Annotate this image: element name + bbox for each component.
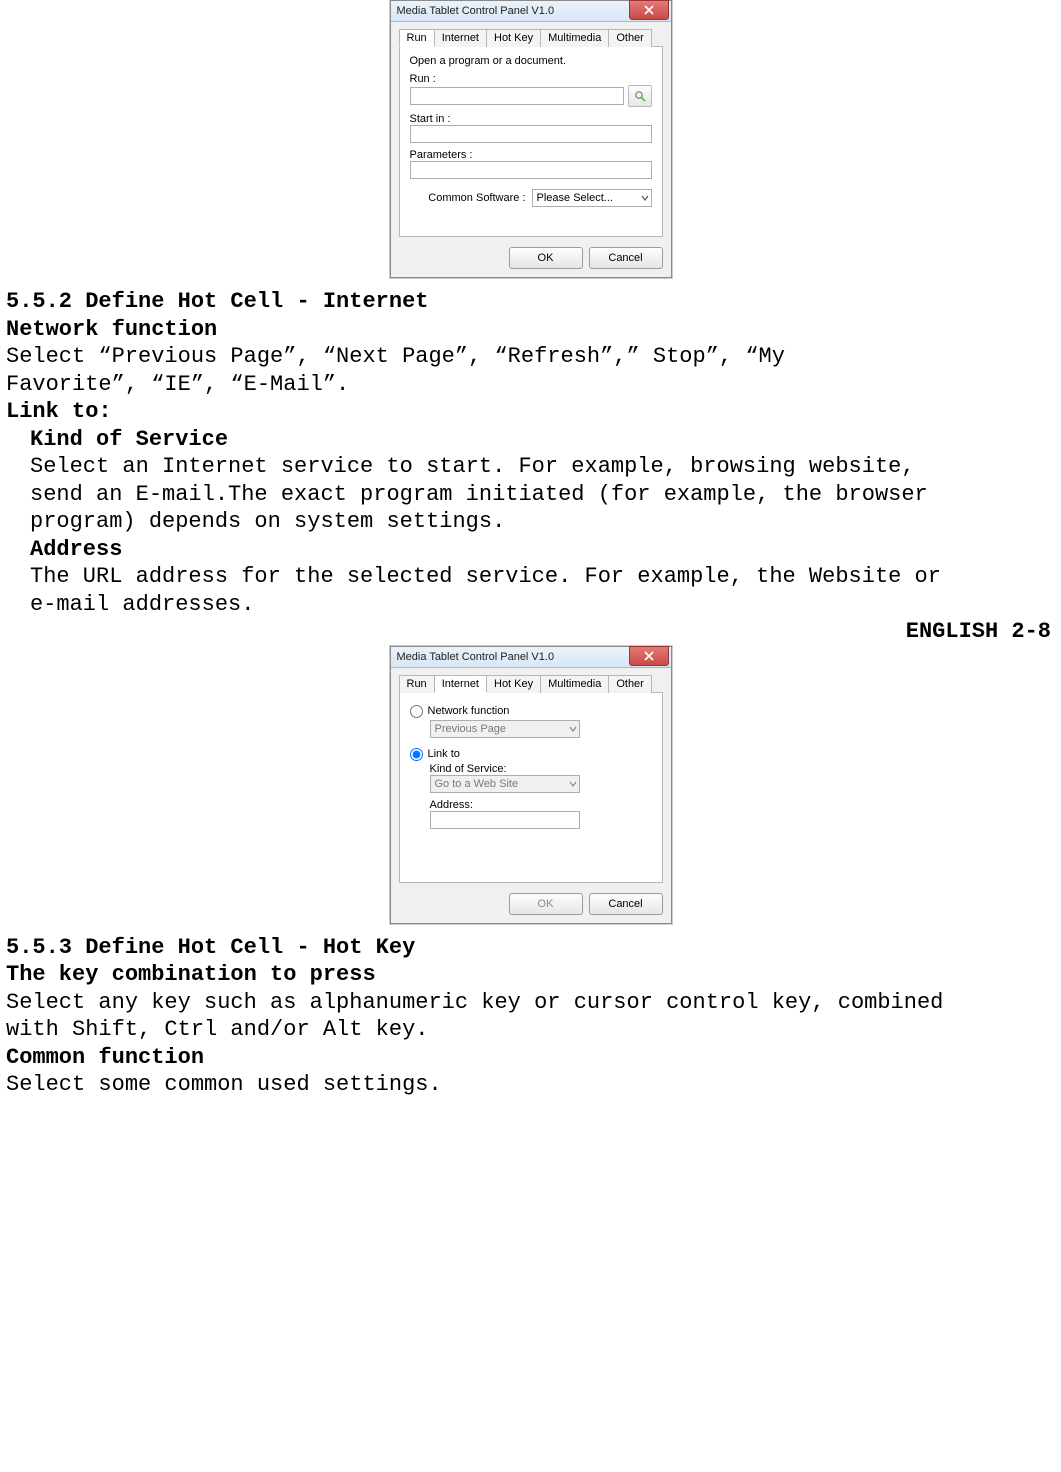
- tab-hot-key[interactable]: Hot Key: [486, 675, 541, 693]
- radio-link-to-label: Link to: [428, 748, 460, 760]
- text-552-p3b: e-mail addresses.: [30, 591, 1055, 619]
- common-software-value: Please Select...: [537, 192, 613, 204]
- close-icon[interactable]: [629, 0, 669, 20]
- radio-link-to-input[interactable]: [410, 748, 423, 761]
- chevron-down-icon: [641, 193, 649, 205]
- radio-network-function[interactable]: Network function: [410, 705, 652, 718]
- text-552-p1a: Select “Previous Page”, “Next Page”, “Re…: [6, 343, 1055, 371]
- kind-of-service-label: Kind of Service:: [430, 763, 652, 775]
- tab-run[interactable]: Run: [399, 675, 435, 693]
- params-input[interactable]: [410, 161, 652, 179]
- close-icon[interactable]: [629, 646, 669, 666]
- text-552-p2a: Select an Internet service to start. For…: [30, 453, 1055, 481]
- startin-label: Start in :: [410, 113, 652, 125]
- browse-icon[interactable]: [628, 85, 652, 107]
- network-function-combo[interactable]: Previous Page: [430, 720, 580, 738]
- chevron-down-icon: [569, 779, 577, 791]
- params-label: Parameters :: [410, 149, 652, 161]
- heading-common-function: Common function: [6, 1044, 1055, 1072]
- heading-address: Address: [30, 536, 1055, 564]
- radio-link-to[interactable]: Link to: [410, 748, 652, 761]
- titlebar[interactable]: Media Tablet Control Panel V1.0: [391, 1, 671, 22]
- text-552-p2c: program) depends on system settings.: [30, 508, 1055, 536]
- run-input[interactable]: [410, 87, 624, 105]
- heading-553: 5.5.3 Define Hot Cell - Hot Key: [6, 934, 1055, 962]
- text-553-p2: Select some common used settings.: [6, 1071, 1055, 1099]
- text-552-p1b: Favorite”, “IE”, “E-Mail”.: [6, 371, 1055, 399]
- cancel-button[interactable]: Cancel: [589, 247, 663, 269]
- text-553-p1b: with Shift, Ctrl and/or Alt key.: [6, 1016, 1055, 1044]
- radio-network-function-label: Network function: [428, 705, 510, 717]
- heading-kind-of-service: Kind of Service: [30, 426, 1055, 454]
- heading-key-combo: The key combination to press: [6, 961, 1055, 989]
- tab-page-internet: Network function Previous Page Link to: [399, 693, 663, 883]
- tab-internet[interactable]: Internet: [434, 675, 487, 693]
- ok-button[interactable]: OK: [509, 893, 583, 915]
- tab-page-run: Open a program or a document. Run : Star…: [399, 47, 663, 237]
- tabstrip: Run Internet Hot Key Multimedia Other: [399, 28, 663, 47]
- tab-other[interactable]: Other: [608, 29, 652, 47]
- tab-multimedia[interactable]: Multimedia: [540, 675, 609, 693]
- run-label: Run :: [410, 73, 652, 85]
- heading-link-to: Link to:: [6, 398, 1055, 426]
- dialog-run: Media Tablet Control Panel V1.0 Run Inte…: [390, 0, 672, 278]
- chevron-down-icon: [569, 724, 577, 736]
- tabstrip: Run Internet Hot Key Multimedia Other: [399, 674, 663, 693]
- dialog-internet: Media Tablet Control Panel V1.0 Run Inte…: [390, 646, 672, 924]
- tab-multimedia[interactable]: Multimedia: [540, 29, 609, 47]
- kind-of-service-combo[interactable]: Go to a Web Site: [430, 775, 580, 793]
- ok-button[interactable]: OK: [509, 247, 583, 269]
- tab-internet[interactable]: Internet: [434, 29, 487, 47]
- text-552-p2b: send an E-mail.The exact program initiat…: [30, 481, 1055, 509]
- text-553-p1a: Select any key such as alphanumeric key …: [6, 989, 1055, 1017]
- cancel-button[interactable]: Cancel: [589, 893, 663, 915]
- address-input[interactable]: [430, 811, 580, 829]
- heading-network-function: Network function: [6, 316, 1055, 344]
- address-label: Address:: [430, 799, 652, 811]
- tab-other[interactable]: Other: [608, 675, 652, 693]
- heading-552: 5.5.2 Define Hot Cell - Internet: [6, 288, 1055, 316]
- common-software-label: Common Software :: [428, 192, 525, 204]
- page-tag: ENGLISH 2-8: [6, 618, 1055, 646]
- tab-run[interactable]: Run: [399, 29, 435, 47]
- startin-input[interactable]: [410, 125, 652, 143]
- kind-of-service-value: Go to a Web Site: [435, 778, 519, 790]
- tab-hot-key[interactable]: Hot Key: [486, 29, 541, 47]
- common-software-combo[interactable]: Please Select...: [532, 189, 652, 207]
- open-hint: Open a program or a document.: [410, 55, 652, 67]
- network-function-value: Previous Page: [435, 723, 507, 735]
- radio-network-function-input[interactable]: [410, 705, 423, 718]
- titlebar[interactable]: Media Tablet Control Panel V1.0: [391, 647, 671, 668]
- text-552-p3a: The URL address for the selected service…: [30, 563, 1055, 591]
